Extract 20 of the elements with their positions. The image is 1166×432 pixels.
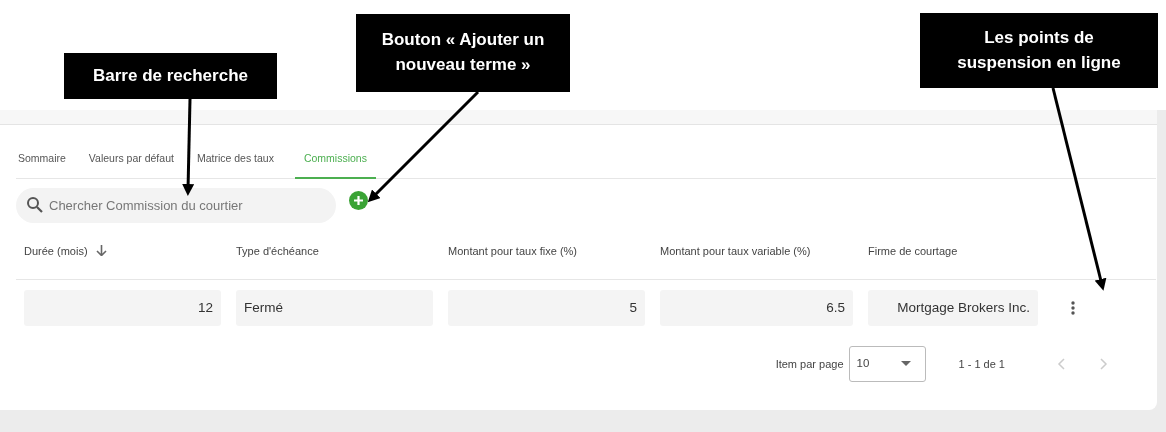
page-size-select[interactable]: 10 [848,345,926,382]
callout-label: Barre de recherche [64,53,277,99]
table-cell: 5 [448,289,645,326]
callout-label: Les points de suspension en ligne [920,13,1158,88]
table-cell: 12 [24,289,221,326]
column-header: Durée (mois) [24,243,88,259]
column-header: Montant pour taux variable (%) [660,243,811,259]
column-header: Type d'échéance [236,243,319,259]
table-cell: 6.5 [660,289,853,326]
column-header: Firme de courtage [868,243,958,259]
tab[interactable]: Valeurs par défaut [86,151,183,179]
table-cell: Mortgage Brokers Inc. [868,289,1038,326]
column-header: Montant pour taux fixe (%) [448,243,577,259]
table-cell: Fermé [236,289,433,326]
page-size-label: Item par page [775,356,844,372]
tab[interactable]: Matrice des taux [194,151,283,179]
page-range: 1 - 1 de 1 [958,356,1005,372]
callout-label: Bouton « Ajouter un nouveau terme » [356,14,570,92]
search-field[interactable]: Chercher Commission du courtier [16,187,336,223]
tab[interactable]: Sommaire [16,151,75,179]
